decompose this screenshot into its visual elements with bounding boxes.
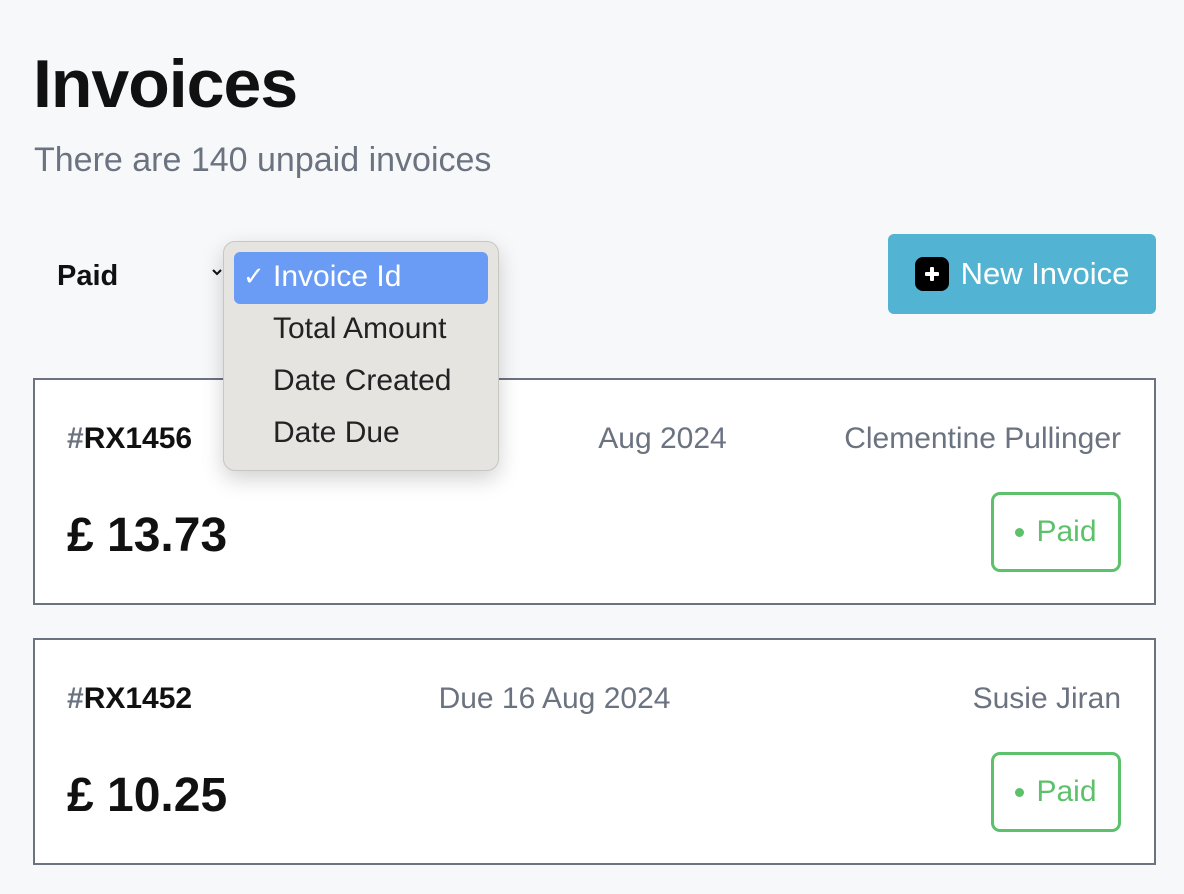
invoice-card[interactable]: #RX1456 Aug 2024 Clementine Pullinger £ … bbox=[33, 378, 1156, 605]
status-label: Paid bbox=[1036, 515, 1097, 548]
status-dot-icon bbox=[1015, 787, 1025, 797]
invoice-due-text: Aug 2024 bbox=[598, 422, 727, 455]
invoice-amount: £ 10.25 bbox=[67, 769, 228, 822]
invoice-client-name: Clementine Pullinger bbox=[844, 422, 1121, 455]
plus-square-icon bbox=[914, 257, 949, 291]
sort-option-label: Total Amount bbox=[273, 312, 447, 345]
status-filter-select[interactable]: Paid bbox=[57, 256, 118, 296]
sort-option-date-due[interactable]: Date Due bbox=[234, 408, 488, 460]
new-invoice-button[interactable]: New Invoice bbox=[888, 234, 1156, 314]
sort-option-label: Date Created bbox=[273, 364, 452, 397]
sort-option-label: Invoice Id bbox=[273, 260, 402, 293]
sort-option-date-created[interactable]: Date Created bbox=[234, 356, 488, 408]
sort-dropdown-menu: ✓ Invoice Id Total Amount Date Created D… bbox=[223, 241, 499, 471]
invoices-page: Invoices There are 140 unpaid invoices P… bbox=[0, 0, 1184, 894]
page-title: Invoices bbox=[33, 46, 298, 122]
checkmark-icon: ✓ bbox=[243, 262, 265, 292]
sort-option-total-amount[interactable]: Total Amount bbox=[234, 304, 488, 356]
invoice-client-name: Susie Jiran bbox=[972, 682, 1121, 715]
new-invoice-label: New Invoice bbox=[960, 256, 1130, 291]
invoice-card[interactable]: #RX1452 Due 16 Aug 2024 Susie Jiran £ 10… bbox=[33, 638, 1156, 865]
status-dot-icon bbox=[1015, 527, 1025, 537]
invoice-due-text: Due 16 Aug 2024 bbox=[438, 682, 671, 715]
sort-option-invoice-id[interactable]: ✓ Invoice Id bbox=[234, 252, 488, 304]
status-badge: Paid bbox=[991, 492, 1121, 572]
page-subtitle: There are 140 unpaid invoices bbox=[34, 141, 492, 179]
status-badge: Paid bbox=[991, 752, 1121, 832]
chevron-down-icon[interactable] bbox=[211, 265, 223, 279]
invoice-amount: £ 13.73 bbox=[67, 509, 228, 562]
sort-option-label: Date Due bbox=[273, 416, 400, 449]
status-label: Paid bbox=[1036, 775, 1097, 808]
